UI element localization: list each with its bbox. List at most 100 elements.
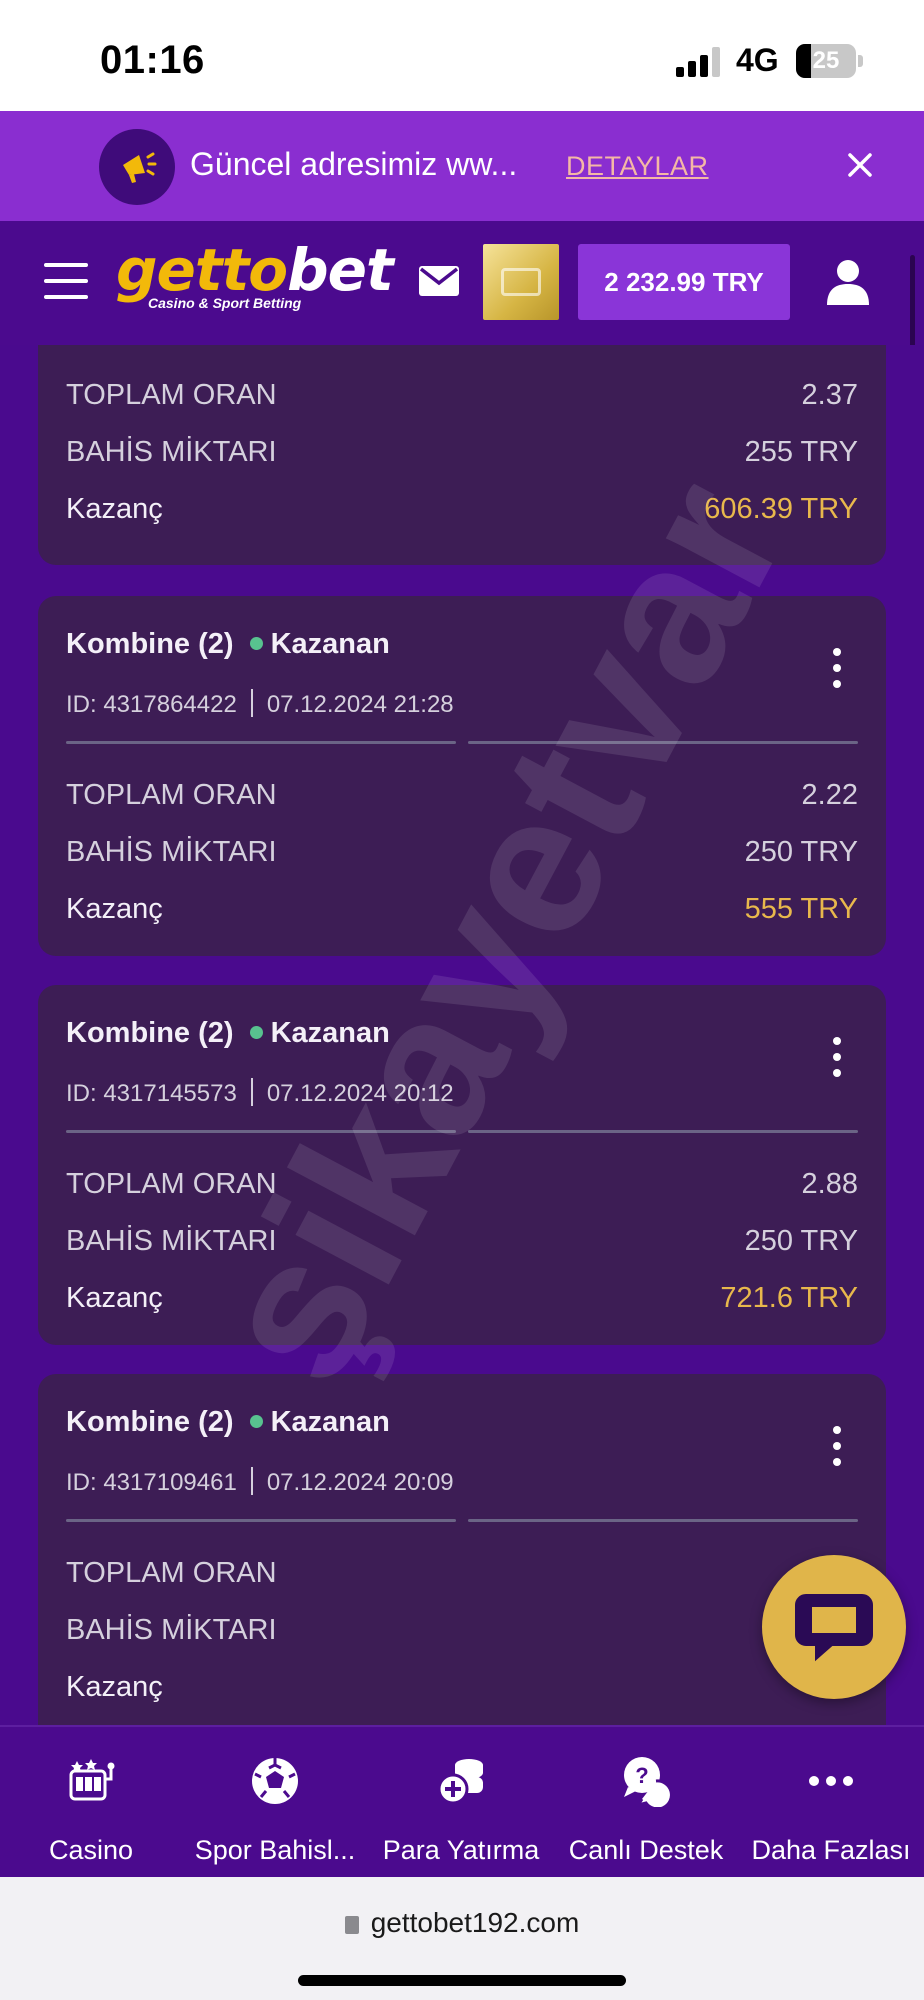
bet-title: Kombine (2) Kazanan: [66, 628, 390, 661]
coins-plus-icon: [435, 1755, 487, 1807]
row-value: 250 TRY: [744, 836, 858, 868]
announcement-banner: Güncel adresimiz ww... DETAYLAR: [0, 111, 924, 221]
bet-type: Kombine (2): [66, 1406, 234, 1438]
bet-id: ID: 4317864422: [66, 691, 237, 718]
user-profile-icon[interactable]: [826, 259, 870, 305]
battery-icon: 25: [796, 44, 856, 78]
hamburger-menu-icon[interactable]: [44, 263, 88, 299]
row-label: TOPLAM ORAN: [66, 1168, 277, 1200]
bet-meta: ID: 4317109461 07.12.2024 20:09: [66, 1462, 454, 1497]
chat-bubble-icon: [795, 1594, 873, 1662]
logo-text-bet: bet: [287, 236, 394, 304]
nav-casino[interactable]: Casino: [0, 1727, 182, 1879]
url-display[interactable]: gettobet192.com: [0, 1907, 924, 1939]
row-label: Kazanç: [66, 893, 163, 925]
bet-card[interactable]: Kombine (2) Kazanan ID: 4317145573 07.12.2…: [38, 985, 886, 1345]
more-options-icon[interactable]: [833, 1426, 841, 1466]
balance-button[interactable]: 2 232.99 TRY: [578, 244, 790, 320]
bottom-navigation: Casino Spor Bahisl... Para Yatırma ? Can…: [0, 1725, 924, 1877]
battery-tip: [858, 55, 863, 67]
status-time: 01:16: [100, 38, 205, 82]
signal-icon: [676, 47, 722, 77]
announcement-text: Güncel adresimiz ww...: [190, 146, 518, 182]
row-value: 250 TRY: [744, 1225, 858, 1257]
row-label: Kazanç: [66, 1282, 163, 1314]
divider: [468, 1130, 858, 1133]
nav-label: Spor Bahisl...: [194, 1835, 356, 1865]
bet-id: ID: 4317109461: [66, 1469, 237, 1496]
bet-datetime: 07.12.2024 21:28: [266, 691, 454, 718]
megaphone-icon: [99, 129, 175, 205]
row-label: Kazanç: [66, 1671, 163, 1703]
mail-icon[interactable]: [418, 265, 460, 297]
browser-url-bar[interactable]: gettobet192.com: [0, 1877, 924, 2000]
row-value: 2.88: [801, 1168, 858, 1200]
divider: [66, 741, 456, 744]
row-label: BAHİS MİKTARI: [66, 1225, 277, 1257]
row-label: BAHİS MİKTARI: [66, 836, 277, 868]
site-header: gettobet Casino & Sport Betting 2 232.99…: [0, 221, 924, 345]
logo-text-getto: getto: [116, 236, 288, 304]
site-logo[interactable]: gettobet Casino & Sport Betting: [116, 236, 394, 311]
row-label: TOPLAM ORAN: [66, 1557, 277, 1589]
more-dots-icon: [805, 1755, 857, 1807]
bet-history-list: TOPLAM ORAN 2.37 BAHİS MİKTARI 255 TRY K…: [0, 345, 924, 1725]
bet-type: Kombine (2): [66, 1017, 234, 1049]
row-value: 555 TRY: [744, 893, 858, 925]
row-value: 721.6 TRY: [720, 1282, 858, 1314]
live-chat-button[interactable]: [762, 1555, 906, 1699]
row-label: BAHİS MİKTARI: [66, 1614, 277, 1646]
nav-label: Casino: [48, 1835, 134, 1865]
svg-text:?: ?: [635, 1763, 648, 1788]
bet-id: ID: 4317145573: [66, 1080, 237, 1107]
close-icon[interactable]: [842, 147, 878, 183]
network-type: 4G: [736, 42, 779, 78]
nav-sports[interactable]: Spor Bahisl...: [182, 1727, 368, 1879]
bet-status: Kazanan: [270, 628, 390, 660]
support-chat-icon: ?: [620, 1755, 673, 1811]
bet-meta: ID: 4317145573 07.12.2024 20:12: [66, 1073, 454, 1108]
more-options-icon[interactable]: [833, 648, 841, 688]
url-text: gettobet192.com: [370, 1907, 580, 1938]
divider: [468, 741, 858, 744]
status-bar: 01:16 4G 25: [0, 0, 924, 111]
bet-card-partial: TOPLAM ORAN 2.37 BAHİS MİKTARI 255 TRY K…: [38, 345, 886, 565]
bet-meta: ID: 4317864422 07.12.2024 21:28: [66, 684, 454, 719]
gift-promo-icon[interactable]: [483, 244, 559, 320]
slot-machine-icon: [65, 1755, 117, 1807]
bet-card[interactable]: Kombine (2) Kazanan ID: 4317864422 07.12.2…: [38, 596, 886, 956]
home-indicator[interactable]: [298, 1975, 626, 1986]
row-label: TOPLAM ORAN: [66, 379, 277, 411]
row-value: 2.37: [801, 379, 858, 411]
bet-status: Kazanan: [270, 1406, 390, 1438]
nav-label: Canlı Destek: [568, 1835, 724, 1865]
bet-title: Kombine (2) Kazanan: [66, 1406, 390, 1439]
row-label: Kazanç: [66, 493, 163, 525]
divider: [468, 1519, 858, 1522]
soccer-ball-icon: [249, 1755, 301, 1807]
nav-label: Daha Fazlası: [751, 1835, 911, 1865]
battery-percent: 25: [812, 47, 840, 74]
details-link[interactable]: DETAYLAR: [566, 151, 709, 182]
bet-datetime: 07.12.2024 20:12: [266, 1080, 454, 1107]
nav-more[interactable]: Daha Fazlası: [738, 1727, 924, 1879]
status-dot: [249, 1415, 263, 1428]
bet-status: Kazanan: [270, 1017, 390, 1049]
row-label: BAHİS MİKTARI: [66, 436, 277, 468]
bet-title: Kombine (2) Kazanan: [66, 1017, 390, 1050]
bet-datetime: 07.12.2024 20:09: [266, 1469, 454, 1496]
nav-live-support[interactable]: ? Canlı Destek: [554, 1727, 738, 1879]
lock-icon: [344, 1916, 359, 1934]
status-dot: [249, 1026, 263, 1039]
row-value: 606.39 TRY: [704, 493, 858, 525]
bet-type: Kombine (2): [66, 628, 234, 660]
more-options-icon[interactable]: [833, 1037, 841, 1077]
divider: [66, 1130, 456, 1133]
row-value: 2.22: [801, 779, 858, 811]
divider: [66, 1519, 456, 1522]
status-dot: [249, 637, 263, 650]
nav-deposit[interactable]: Para Yatırma: [368, 1727, 554, 1879]
row-label: TOPLAM ORAN: [66, 779, 277, 811]
nav-label: Para Yatırma: [382, 1835, 540, 1865]
bet-card[interactable]: Kombine (2) Kazanan ID: 4317109461 07.12.2…: [38, 1374, 886, 1725]
